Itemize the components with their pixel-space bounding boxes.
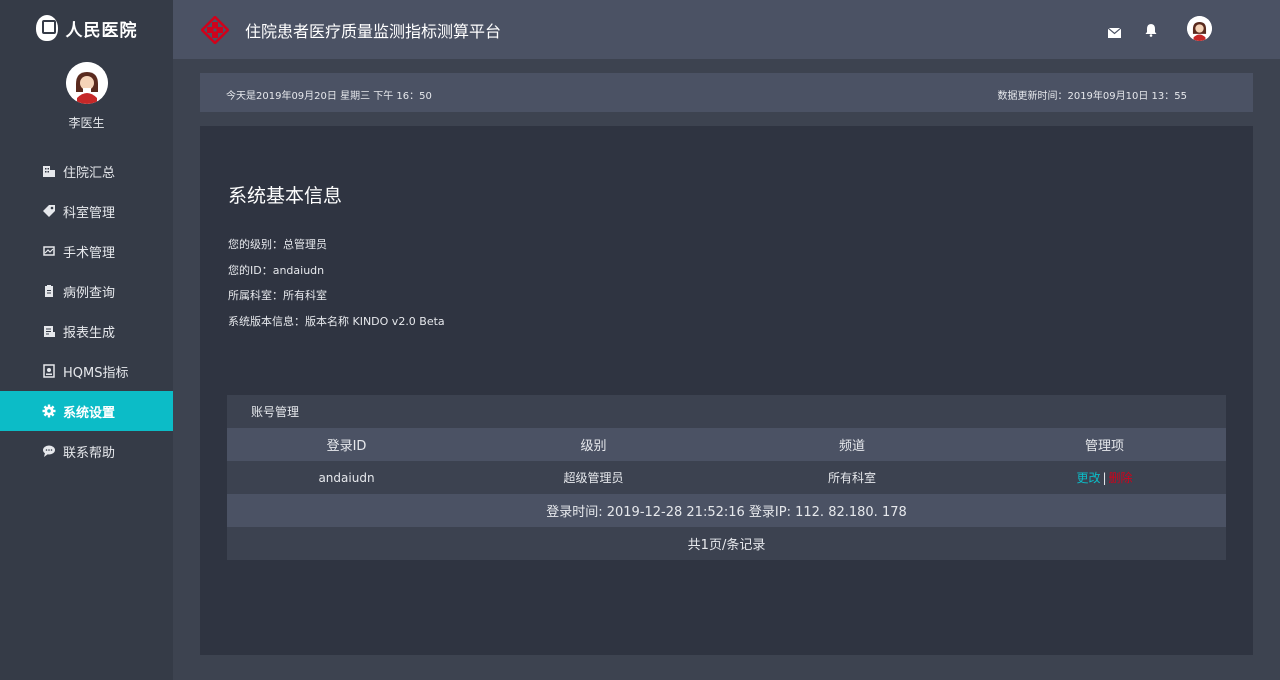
sidebar-item-case-query[interactable]: 病例查询 xyxy=(0,271,173,311)
header-avatar[interactable] xyxy=(1187,16,1212,41)
user-name: 李医生 xyxy=(68,116,105,130)
hospital-logo-icon xyxy=(35,15,58,41)
table-header: 登录ID 级别 频道 管理项 xyxy=(227,428,1226,461)
tag-icon xyxy=(41,203,57,219)
data-update-time: 数据更新时间：2019年09月10日 13：55 xyxy=(997,91,1187,102)
brand-name: 人民医院 xyxy=(65,20,138,41)
login-id: andaiudn xyxy=(318,470,375,485)
sidebar-item-surgery[interactable]: 手术管理 xyxy=(0,231,173,271)
info-bar: 今天是2019年09月20日 星期三 下午 16：50 数据更新时间：2019年… xyxy=(200,73,1253,112)
user-id: 您的ID：andaiudn xyxy=(228,263,325,277)
badge-icon xyxy=(41,363,57,379)
account-actions: 更改 | 删除 xyxy=(983,469,1226,486)
column-header: 级别 xyxy=(580,439,607,454)
table-row: andaiudn 超级管理员 所有科室 更改 | 删除 xyxy=(227,461,1226,494)
gear-icon xyxy=(41,403,57,419)
sidebar-item-department[interactable]: 科室管理 xyxy=(0,191,173,231)
brand[interactable]: 人民医院 xyxy=(0,0,173,56)
sidebar-item-label: 联系帮助 xyxy=(63,445,116,461)
section-title: 系统基本信息 xyxy=(228,185,343,207)
account-channel: 所有科室 xyxy=(827,471,876,485)
sidebar-item-label: 手术管理 xyxy=(63,245,116,261)
main-panel: 系统基本信息 您的级别：总管理员 您的ID：andaiudn 所属科室：所有科室… xyxy=(200,126,1253,655)
login-info: 登录时间: 2019-12-28 21:52:16 登录IP: 112. 82.… xyxy=(227,494,1226,527)
bell-icon[interactable] xyxy=(1145,22,1157,41)
report-icon xyxy=(41,323,57,339)
account-section-title: 账号管理 xyxy=(227,395,1226,428)
mail-icon[interactable] xyxy=(1107,23,1122,42)
column-header: 登录ID xyxy=(326,439,367,454)
avatar[interactable] xyxy=(65,62,108,104)
sidebar-item-label: HQMS指标 xyxy=(63,365,129,381)
sidebar-item-hqms[interactable]: HQMS指标 xyxy=(0,351,173,391)
account-management: 账号管理 登录ID 级别 频道 管理项 andaiudn 超级管理员 所有科室 … xyxy=(227,395,1226,560)
action-separator: | xyxy=(1102,471,1107,485)
column-header: 频道 xyxy=(838,439,865,454)
edit-link[interactable]: 更改 xyxy=(1076,471,1100,485)
user-level: 您的级别：总管理员 xyxy=(228,238,327,251)
sidebar-item-label: 报表生成 xyxy=(63,325,116,341)
sidebar-item-inpatient-summary[interactable]: 住院汇总 xyxy=(0,151,173,191)
page-title: 住院患者医疗质量监测指标测算平台 xyxy=(245,21,502,41)
delete-link[interactable]: 删除 xyxy=(1109,471,1133,485)
column-header: 管理项 xyxy=(1084,439,1124,454)
system-info: 您的级别：总管理员 您的ID：andaiudn 所属科室：所有科室 系统版本信息… xyxy=(228,236,445,338)
sidebar-item-report[interactable]: 报表生成 xyxy=(0,311,173,351)
doctor-avatar-icon xyxy=(65,62,108,104)
user-department: 所属科室：所有科室 xyxy=(228,289,327,302)
doctor-avatar-icon xyxy=(1187,16,1212,41)
building-icon xyxy=(41,163,57,179)
sidebar-item-settings[interactable]: 系统设置 xyxy=(0,391,173,431)
current-date: 今天是2019年09月20日 星期三 下午 16：50 xyxy=(226,91,432,102)
red-cross-logo-icon xyxy=(201,15,229,44)
account-level: 超级管理员 xyxy=(563,471,624,485)
sidebar: 人民医院 李医生 住院汇总 科室管理 手术管理 病例查询 报表生成 HQMS指标… xyxy=(0,0,173,680)
sidebar-item-label: 系统设置 xyxy=(63,405,116,421)
sidebar-item-help[interactable]: 联系帮助 xyxy=(0,431,173,471)
sidebar-item-label: 病例查询 xyxy=(63,285,116,301)
clipboard-icon xyxy=(41,283,57,299)
pagination: 共1页/条记录 xyxy=(227,527,1226,560)
surgery-icon xyxy=(41,243,57,259)
user-profile: 李医生 xyxy=(0,62,173,131)
sidebar-item-label: 科室管理 xyxy=(63,205,116,221)
sidebar-item-label: 住院汇总 xyxy=(63,165,116,181)
system-version: 系统版本信息：版本名称 KINDO v2.0 Beta xyxy=(228,314,445,328)
chat-icon xyxy=(41,443,57,459)
sidebar-nav: 住院汇总 科室管理 手术管理 病例查询 报表生成 HQMS指标 系统设置 联系帮… xyxy=(0,151,173,471)
top-header: 住院患者医疗质量监测指标测算平台 xyxy=(173,0,1280,59)
